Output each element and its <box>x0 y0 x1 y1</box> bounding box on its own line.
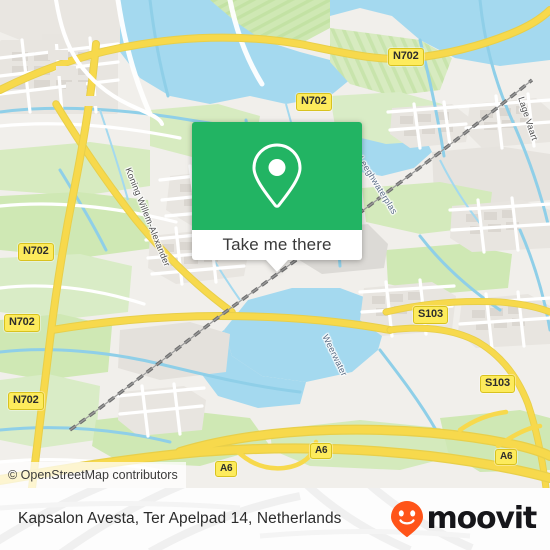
road-shield-n702-left-lower: N702 <box>8 392 44 410</box>
callout-image-panel <box>192 122 362 230</box>
moovit-wordmark: moovit <box>426 501 538 536</box>
place-title: Kapsalon Avesta, Ter Apelpad 14, Netherl… <box>18 510 342 527</box>
callout-pointer-tail <box>266 260 288 272</box>
road-shield-n702-top-center: N702 <box>296 93 332 111</box>
location-pin-icon <box>252 143 302 208</box>
osm-attribution[interactable]: © OpenStreetMap contributors <box>0 462 186 488</box>
road-shield-a6-center: A6 <box>310 443 333 459</box>
map-share-screen: N702 N702 N702 N702 N702 S103 S103 A6 A6… <box>0 0 550 550</box>
take-me-there-label: Take me there <box>222 235 332 254</box>
road-shield-n702-top-right: N702 <box>388 48 424 66</box>
road-shield-a6-right: A6 <box>495 449 518 465</box>
road-shield-s103-upper: S103 <box>413 306 448 324</box>
road-shield-n702-left-middle: N702 <box>4 314 40 332</box>
road-shield-s103-lower: S103 <box>480 375 515 393</box>
take-me-there-callout[interactable]: Take me there <box>192 122 362 272</box>
road-shield-a6-left: A6 <box>215 461 238 477</box>
footer-content-row: Kapsalon Avesta, Ter Apelpad 14, Netherl… <box>0 488 550 550</box>
callout-cta-panel[interactable]: Take me there <box>192 230 362 272</box>
moovit-logo[interactable]: moovit <box>390 500 538 538</box>
footer-bar: Kapsalon Avesta, Ter Apelpad 14, Netherl… <box>0 488 550 550</box>
moovit-smile-pin-icon <box>390 501 423 537</box>
road-shield-n702-left-upper: N702 <box>18 243 54 261</box>
